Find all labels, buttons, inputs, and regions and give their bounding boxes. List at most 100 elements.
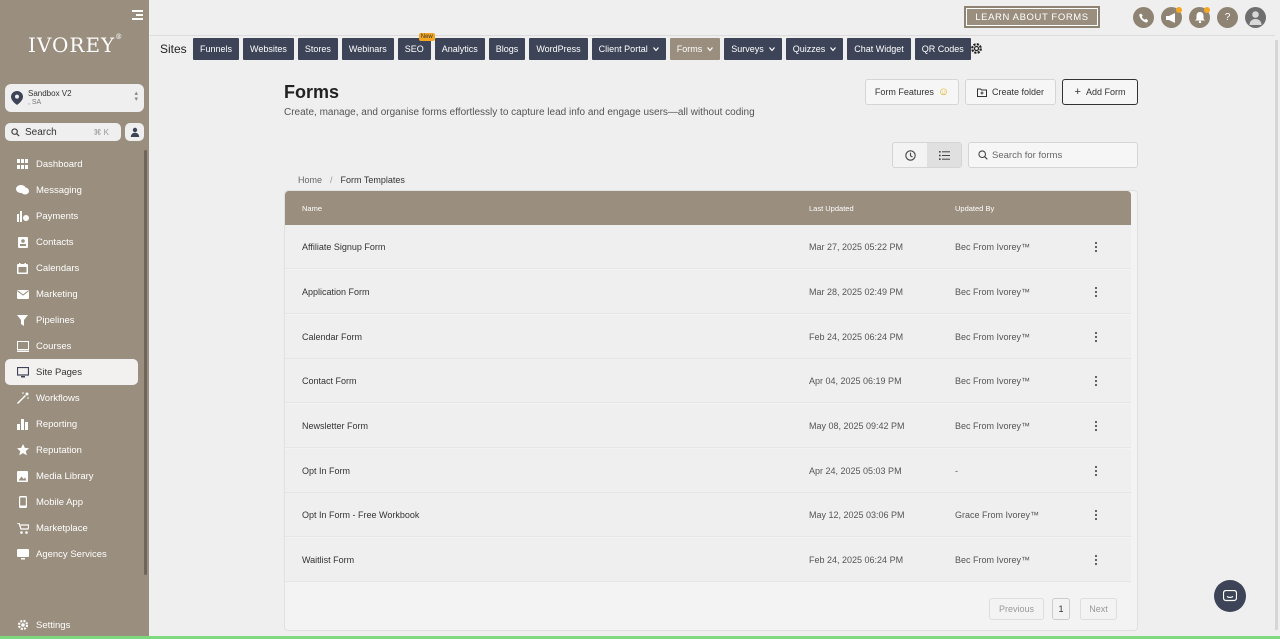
notification-dot <box>1176 7 1182 13</box>
tab-websites[interactable]: Websites <box>243 38 294 60</box>
sidebar-search-label: Search <box>25 126 57 138</box>
previous-page-button[interactable]: Previous <box>989 598 1044 620</box>
sidebar-item-reporting[interactable]: Reporting <box>5 411 138 437</box>
tab-wordpress[interactable]: WordPress <box>529 38 588 60</box>
form-features-button[interactable]: Form Features ☺ <box>865 79 959 105</box>
sidebar-item-marketing[interactable]: Marketing <box>5 281 138 307</box>
sidebar-item-site-pages[interactable]: Site Pages <box>5 359 138 385</box>
form-name[interactable]: Newsletter Form <box>302 421 368 431</box>
mail-icon <box>16 288 29 300</box>
folder-plus-icon <box>976 88 987 97</box>
star-icon <box>16 444 29 456</box>
form-name[interactable]: Opt In Form <box>302 466 350 476</box>
megaphone-icon[interactable] <box>1161 7 1182 28</box>
add-form-button[interactable]: + Add Form <box>1062 79 1138 105</box>
phone-icon[interactable] <box>1133 7 1154 28</box>
more-options-icon[interactable] <box>1093 420 1099 432</box>
learn-about-forms-button[interactable]: LEARN ABOUT FORMS <box>964 6 1100 28</box>
sidebar-item-workflows[interactable]: Workflows <box>5 385 138 411</box>
table-row[interactable]: Affiliate Signup Form Mar 27, 2025 05:22… <box>285 225 1131 269</box>
form-name[interactable]: Opt In Form - Free Workbook <box>302 510 419 520</box>
sidebar-item-marketplace[interactable]: Marketplace <box>5 515 138 541</box>
search-icon <box>978 150 988 160</box>
tab-chat-widget[interactable]: Chat Widget <box>847 38 911 60</box>
account-switcher[interactable]: Sandbox V2 , SA ▴ ▾ <box>5 84 144 112</box>
more-options-icon[interactable] <box>1093 465 1099 477</box>
support-chat-button[interactable] <box>1214 580 1246 612</box>
courses-icon <box>16 340 29 352</box>
collapse-menu-icon[interactable] <box>132 10 143 20</box>
sidebar-scrollbar[interactable] <box>144 150 147 575</box>
tab-stores[interactable]: Stores <box>297 38 338 60</box>
table-row[interactable]: Opt In Form - Free Workbook May 12, 2025… <box>285 493 1131 537</box>
tab-seo[interactable]: SEO New <box>397 33 435 60</box>
sidebar-item-payments[interactable]: Payments <box>5 203 138 229</box>
tab-quizzes[interactable]: Quizzes <box>785 38 844 60</box>
next-page-button[interactable]: Next <box>1080 598 1117 620</box>
sidebar-item-media-library[interactable]: Media Library <box>5 463 138 489</box>
tab-webinars[interactable]: Webinars <box>341 38 394 60</box>
sidebar-item-reputation[interactable]: Reputation <box>5 437 138 463</box>
updated-by: Bec From Ivorey™ <box>955 421 1031 431</box>
sidebar-item-agency-services[interactable]: Agency Services <box>5 541 138 567</box>
more-options-icon[interactable] <box>1093 509 1099 521</box>
column-name[interactable]: Name <box>302 204 322 213</box>
form-name[interactable]: Affiliate Signup Form <box>302 242 385 252</box>
sidebar-item-dashboard[interactable]: Dashboard <box>5 151 138 177</box>
sidebar-search[interactable]: Search ⌘ K <box>5 123 121 141</box>
more-options-icon[interactable] <box>1093 241 1099 253</box>
recent-view-button[interactable] <box>893 143 927 167</box>
location-pin-icon <box>11 91 23 105</box>
help-icon[interactable]: ? <box>1217 7 1238 28</box>
contacts-icon <box>16 236 29 248</box>
sidebar-item-courses[interactable]: Courses <box>5 333 138 359</box>
more-options-icon[interactable] <box>1093 554 1099 566</box>
table-row[interactable]: Waitlist Form Feb 24, 2025 06:24 PM Bec … <box>285 538 1131 582</box>
page-description: Create, manage, and organise forms effor… <box>284 107 755 118</box>
more-options-icon[interactable] <box>1093 375 1099 387</box>
search-forms-input[interactable] <box>992 149 1132 161</box>
tab-blogs[interactable]: Blogs <box>488 38 526 60</box>
sidebar-nav: Dashboard Messaging Payments Contacts Ca… <box>5 151 138 567</box>
form-name[interactable]: Contact Form <box>302 376 357 386</box>
table-row[interactable]: Calendar Form Feb 24, 2025 06:24 PM Bec … <box>285 315 1131 359</box>
tab-forms[interactable]: Forms <box>669 38 721 60</box>
form-name[interactable]: Application Form <box>302 287 370 297</box>
sidebar-item-contacts[interactable]: Contacts <box>5 229 138 255</box>
chevron-down-icon <box>830 47 837 52</box>
sidebar-item-messaging[interactable]: Messaging <box>5 177 138 203</box>
table-row[interactable]: Contact Form Apr 04, 2025 06:19 PM Bec F… <box>285 359 1131 403</box>
sidebar: IVOREY® Sandbox V2 , SA ▴ ▾ Search ⌘ K Da… <box>0 0 149 639</box>
table-row[interactable]: Opt In Form Apr 24, 2025 05:03 PM - <box>285 449 1131 493</box>
list-view-button[interactable] <box>927 143 961 167</box>
table-row[interactable]: Newsletter Form May 08, 2025 09:42 PM Be… <box>285 404 1131 448</box>
page-scrollbar[interactable] <box>1275 40 1278 630</box>
grid-icon <box>16 158 29 170</box>
updated-by: Bec From Ivorey™ <box>955 555 1031 565</box>
table-row[interactable]: Application Form Mar 28, 2025 02:49 PM B… <box>285 270 1131 314</box>
column-updated-by[interactable]: Updated By <box>955 204 994 213</box>
sidebar-item-pipelines[interactable]: Pipelines <box>5 307 138 333</box>
sidebar-item-settings[interactable]: Settings <box>5 612 138 638</box>
sites-section-label: Sites <box>160 42 187 56</box>
gear-icon[interactable] <box>970 42 983 55</box>
tab-surveys[interactable]: Surveys <box>724 38 782 60</box>
form-name[interactable]: Calendar Form <box>302 332 362 342</box>
avatar[interactable] <box>1245 7 1266 28</box>
page-number-button[interactable]: 1 <box>1052 598 1070 620</box>
bell-icon[interactable] <box>1189 7 1210 28</box>
breadcrumb-home[interactable]: Home <box>298 175 322 185</box>
more-options-icon[interactable] <box>1093 286 1099 298</box>
user-icon[interactable] <box>125 123 144 141</box>
sidebar-item-calendars[interactable]: Calendars <box>5 255 138 281</box>
plus-icon: + <box>1074 86 1081 98</box>
create-folder-button[interactable]: Create folder <box>965 79 1056 105</box>
form-name[interactable]: Waitlist Form <box>302 555 354 565</box>
column-last-updated[interactable]: Last Updated <box>809 204 854 213</box>
tab-client-portal[interactable]: Client Portal <box>591 38 666 60</box>
tab-analytics[interactable]: Analytics <box>434 38 485 60</box>
tab-funnels[interactable]: Funnels <box>193 38 240 60</box>
more-options-icon[interactable] <box>1093 331 1099 343</box>
tab-qr-codes[interactable]: QR Codes <box>914 38 971 60</box>
sidebar-item-mobile-app[interactable]: Mobile App <box>5 489 138 515</box>
